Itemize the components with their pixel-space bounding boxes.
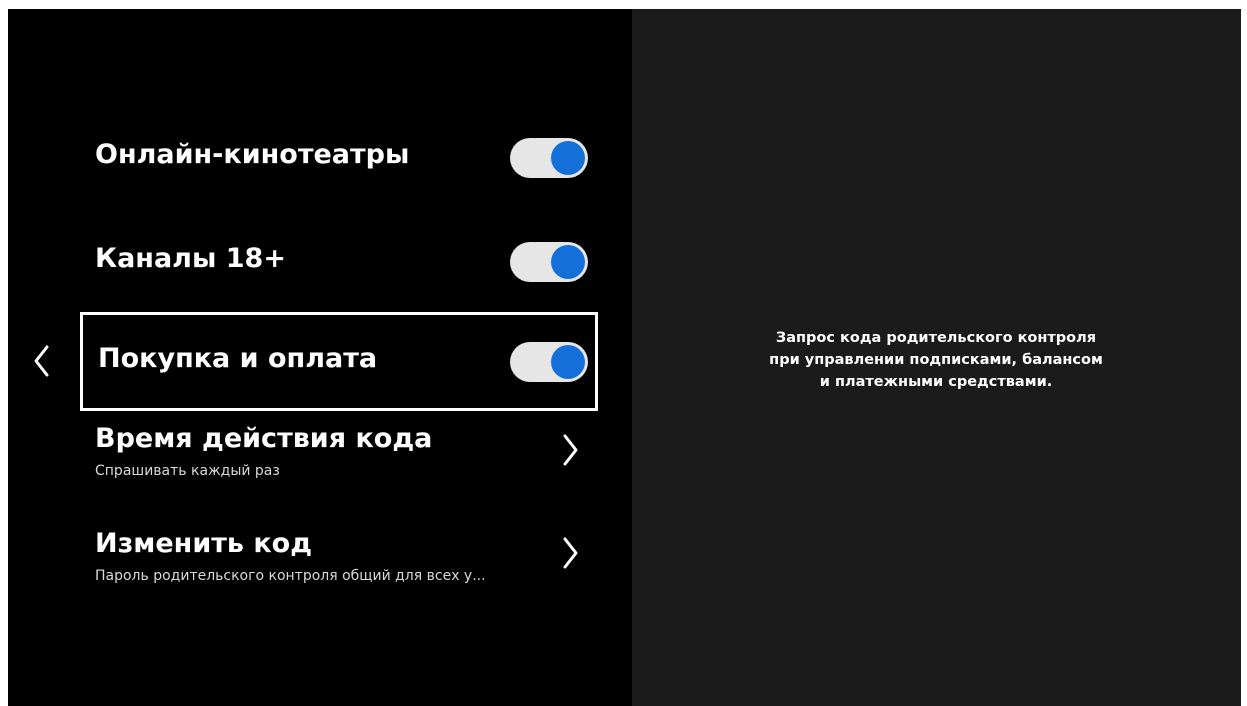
settings-menu-panel: Онлайн-кинотеатры Каналы 18+ Покупка и о… <box>8 9 632 706</box>
chevron-left-icon[interactable] <box>32 343 52 379</box>
setting-label: Изменить код <box>95 528 313 559</box>
description-panel: Запрос кода родительского контроля при у… <box>632 9 1241 706</box>
purchase-payment-toggle[interactable] <box>510 342 588 382</box>
description-line: при управлении подписками, балансом <box>769 352 1103 368</box>
chevron-right-icon <box>563 434 578 466</box>
description-line: и платежными средствами. <box>819 374 1053 390</box>
setting-row-online-cinemas[interactable]: Онлайн-кинотеатры <box>80 129 598 187</box>
toggle-knob <box>551 141 585 175</box>
online-cinemas-toggle[interactable] <box>510 138 588 178</box>
setting-row-change-code[interactable]: Изменить код Пароль родительского контро… <box>80 524 598 594</box>
setting-row-adult-channels[interactable]: Каналы 18+ <box>80 233 598 291</box>
setting-row-purchase-payment[interactable]: Покупка и оплата <box>80 312 598 411</box>
setting-label: Онлайн-кинотеатры <box>95 139 410 170</box>
setting-row-code-validity[interactable]: Время действия кода Спрашивать каждый ра… <box>80 419 598 489</box>
tv-settings-screen: Онлайн-кинотеатры Каналы 18+ Покупка и о… <box>8 9 1241 706</box>
description-line: Запрос кода родительского контроля <box>775 330 1097 346</box>
setting-label: Время действия кода <box>95 423 433 454</box>
setting-description: Запрос кода родительского контроля при у… <box>716 327 1156 393</box>
toggle-knob <box>551 345 585 379</box>
setting-subtitle: Спрашивать каждый раз <box>95 463 280 479</box>
chevron-right-icon <box>563 537 578 569</box>
toggle-knob <box>551 245 585 279</box>
adult-channels-toggle[interactable] <box>510 242 588 282</box>
setting-label: Каналы 18+ <box>95 243 286 274</box>
setting-label: Покупка и оплата <box>98 343 378 374</box>
setting-subtitle: Пароль родительского контроля общий для … <box>95 568 486 584</box>
